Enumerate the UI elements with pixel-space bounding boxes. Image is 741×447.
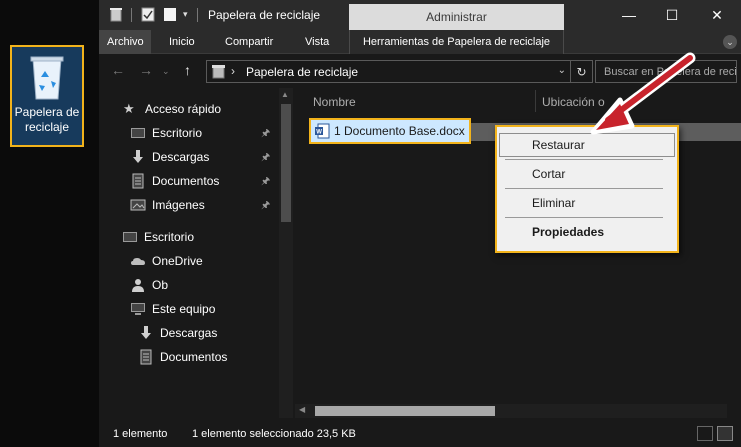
- word-document-icon: W: [315, 123, 330, 139]
- sidebar-item-label: Imágenes: [152, 198, 205, 212]
- sidebar-item-desktop-pinned[interactable]: Escritorio: [130, 123, 202, 143]
- details-view-icon[interactable]: [697, 426, 713, 441]
- menu-separator: [505, 217, 663, 218]
- large-icons-view-icon[interactable]: [717, 426, 733, 441]
- item-count: 1 elemento: [113, 428, 168, 440]
- desktop-icon-label: Papelera de reciclaje: [14, 105, 80, 134]
- address-dropdown-icon[interactable]: ⌄: [558, 65, 566, 76]
- sidebar-item-downloads-pinned[interactable]: Descargas: [130, 147, 209, 167]
- annotation-arrow-icon: [590, 52, 696, 135]
- selection-info: 1 elemento seleccionado 23,5 KB: [192, 428, 356, 440]
- pin-icon[interactable]: 🖈: [261, 150, 270, 167]
- ribbon-expand-icon[interactable]: ⌄: [723, 35, 737, 49]
- breadcrumb-chevron-icon[interactable]: ›: [231, 64, 235, 78]
- pin-icon[interactable]: 🖈: [261, 198, 270, 215]
- horizontal-scrollbar[interactable]: ◀: [295, 404, 727, 418]
- sidebar-item-label: Ob: [152, 278, 169, 292]
- tab-recycle-bin-tools[interactable]: Herramientas de Papelera de reciclaje: [349, 30, 564, 54]
- sidebar-scrollbar[interactable]: ▲: [279, 88, 293, 418]
- user-icon: [132, 279, 144, 292]
- close-button[interactable]: ✕: [697, 4, 737, 26]
- tab-inicio[interactable]: Inicio: [161, 30, 203, 54]
- desktop-icon: [123, 232, 137, 242]
- recycle-bin-icon: [30, 56, 64, 100]
- title-bar: ▾ Papelera de reciclaje Administrar — ☐ …: [99, 0, 741, 30]
- sidebar-item-downloads[interactable]: Descargas: [138, 323, 217, 343]
- sidebar-item-quick-access[interactable]: ★ Acceso rápido: [123, 99, 221, 119]
- breadcrumb-path[interactable]: Papelera de reciclaje: [246, 65, 358, 79]
- up-arrow-icon[interactable]: ↑: [184, 62, 191, 78]
- menu-item-properties[interactable]: Propiedades: [499, 220, 675, 244]
- new-folder-icon[interactable]: [163, 7, 177, 22]
- tab-archivo[interactable]: Archivo: [99, 30, 151, 54]
- recent-locations-chevron-icon[interactable]: ⌄: [162, 66, 170, 77]
- sidebar-item-onedrive[interactable]: OneDrive: [130, 251, 203, 271]
- status-bar: 1 elemento 1 elemento seleccionado 23,5 …: [99, 420, 741, 447]
- sidebar-item-label: Documentos: [160, 350, 228, 364]
- cloud-icon: [131, 258, 145, 265]
- tab-compartir[interactable]: Compartir: [217, 30, 281, 54]
- scroll-up-icon[interactable]: ▲: [281, 90, 289, 99]
- recycle-bin-small-icon: [110, 8, 122, 22]
- sidebar-item-documents[interactable]: Documentos: [138, 347, 227, 367]
- scrollbar-thumb[interactable]: [281, 104, 291, 222]
- sidebar-item-label: Descargas: [152, 150, 210, 164]
- sidebar-item-user[interactable]: Ob: [130, 275, 168, 295]
- sidebar-item-pictures-pinned[interactable]: Imágenes: [130, 195, 205, 215]
- customize-toolbar-dropdown-icon[interactable]: ▾: [183, 9, 188, 24]
- sidebar-item-label: Este equipo: [152, 302, 216, 316]
- pin-icon[interactable]: 🖈: [261, 126, 270, 143]
- maximize-button[interactable]: ☐: [652, 4, 692, 26]
- toolbar-separator: [131, 8, 132, 22]
- navigation-pane: ★ Acceso rápido Escritorio 🖈 Descargas 🖈…: [99, 88, 294, 418]
- pictures-icon: [130, 199, 146, 211]
- toolbar-separator: [197, 8, 198, 22]
- computer-icon: [131, 303, 145, 315]
- recycle-bin-small-icon: [212, 65, 225, 79]
- menu-separator: [505, 188, 663, 189]
- svg-text:W: W: [316, 130, 322, 136]
- sidebar-item-label: Acceso rápido: [145, 102, 222, 116]
- column-header-name[interactable]: Nombre: [313, 95, 356, 109]
- address-bar[interactable]: › Papelera de reciclaje ⌄: [206, 60, 571, 83]
- properties-check-icon[interactable]: [141, 7, 155, 22]
- sidebar-item-label: Descargas: [160, 326, 218, 340]
- column-divider[interactable]: [535, 90, 536, 112]
- menu-separator: [505, 159, 663, 160]
- document-icon: [132, 173, 144, 189]
- desktop-icon: [131, 128, 145, 138]
- window-title: Papelera de reciclaje: [208, 8, 321, 22]
- scroll-left-icon[interactable]: ◀: [299, 405, 305, 414]
- sidebar-item-documents-pinned[interactable]: Documentos: [130, 171, 219, 191]
- back-arrow-icon[interactable]: ←: [111, 62, 125, 78]
- sidebar-item-label: Escritorio: [144, 230, 195, 244]
- menu-item-cut[interactable]: Cortar: [499, 162, 675, 186]
- sidebar-item-label: Documentos: [152, 174, 220, 188]
- file-item[interactable]: W 1 Documento Base.docx: [309, 118, 471, 144]
- sidebar-item-label: OneDrive: [152, 254, 203, 268]
- forward-arrow-icon[interactable]: →: [139, 62, 153, 78]
- pin-icon[interactable]: 🖈: [261, 174, 270, 191]
- download-arrow-icon: [133, 150, 143, 163]
- desktop-recycle-bin[interactable]: Papelera de reciclaje: [10, 45, 84, 147]
- sidebar-item-this-pc[interactable]: Este equipo: [130, 299, 215, 319]
- contextual-tab-group-manage[interactable]: Administrar: [349, 4, 564, 30]
- sidebar-item-label: Escritorio: [152, 126, 203, 140]
- sidebar-item-desktop[interactable]: Escritorio: [122, 227, 194, 247]
- scrollbar-thumb[interactable]: [315, 406, 495, 416]
- menu-item-delete[interactable]: Eliminar: [499, 191, 675, 215]
- tab-vista[interactable]: Vista: [297, 30, 337, 54]
- file-name: 1 Documento Base.docx: [334, 124, 465, 138]
- star-icon: ★: [123, 101, 135, 116]
- minimize-button[interactable]: —: [609, 4, 649, 26]
- document-icon: [140, 349, 152, 365]
- download-arrow-icon: [141, 326, 151, 339]
